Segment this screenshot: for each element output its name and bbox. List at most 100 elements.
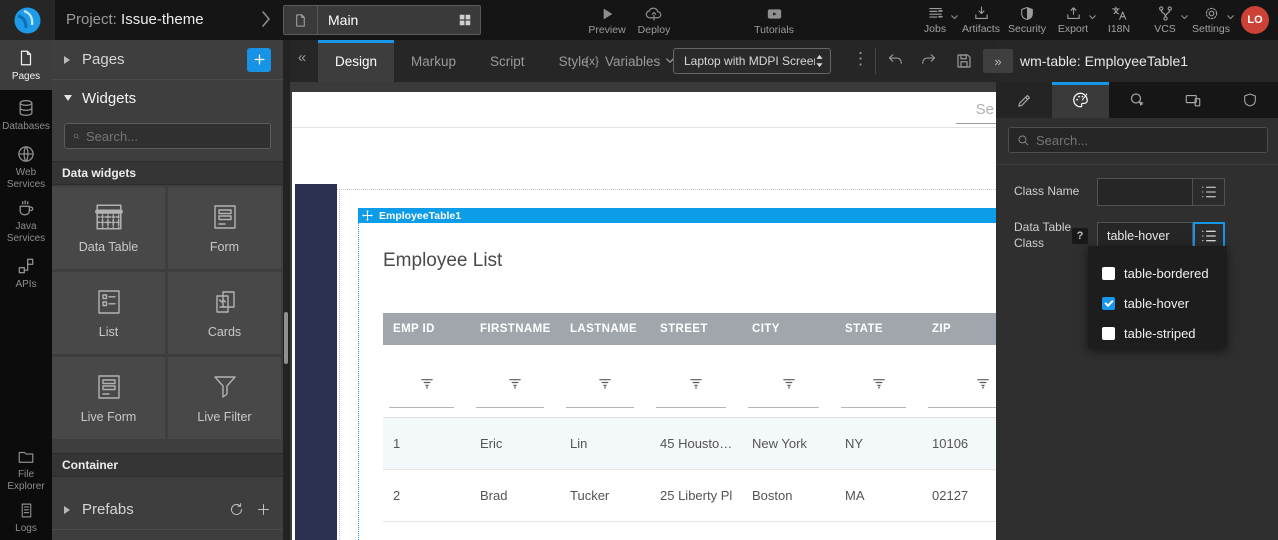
tab-styles[interactable] bbox=[1052, 82, 1108, 118]
vcs-button[interactable]: VCS bbox=[1142, 3, 1188, 35]
add-page-button[interactable] bbox=[247, 48, 271, 72]
scrollbar-thumb[interactable] bbox=[284, 312, 288, 364]
class-name-list-button[interactable] bbox=[1193, 178, 1225, 206]
column-filter[interactable] bbox=[383, 345, 470, 417]
tab-events[interactable] bbox=[1109, 82, 1165, 118]
option-table-hover[interactable]: table-hover bbox=[1088, 288, 1227, 318]
rail-item-pages[interactable]: Pages bbox=[0, 40, 52, 90]
table-header-cell[interactable]: ZIP bbox=[922, 313, 996, 345]
widget-tile-data-table[interactable]: Data Table bbox=[52, 187, 165, 269]
play-icon bbox=[582, 4, 632, 24]
tab-script[interactable]: Script bbox=[473, 40, 542, 82]
table-header-cell[interactable]: STATE bbox=[835, 313, 922, 345]
page-tab-main[interactable]: Main bbox=[283, 5, 481, 35]
checkbox-unchecked[interactable] bbox=[1102, 327, 1115, 340]
pages-section-header[interactable]: Pages bbox=[52, 40, 283, 80]
column-filter[interactable] bbox=[922, 345, 996, 417]
page-left-nav[interactable] bbox=[295, 184, 337, 540]
checkbox-checked[interactable] bbox=[1102, 297, 1115, 310]
download-icon bbox=[958, 3, 1004, 23]
folder-icon bbox=[16, 448, 36, 466]
page-topnav[interactable]: Se bbox=[292, 92, 996, 128]
preview-button[interactable]: Preview bbox=[582, 4, 632, 36]
add-prefab-icon[interactable] bbox=[256, 502, 271, 517]
table-header-cell[interactable]: STREET bbox=[650, 313, 742, 345]
class-name-label: Class Name bbox=[1014, 184, 1097, 200]
chevron-right-icon[interactable] bbox=[261, 10, 271, 28]
artifacts-button[interactable]: Artifacts bbox=[958, 3, 1004, 35]
widget-tile-live-form[interactable]: Live Form bbox=[52, 357, 165, 439]
rail-item-logs[interactable]: Logs bbox=[0, 496, 52, 540]
tab-design[interactable]: Design bbox=[318, 40, 394, 82]
grid-view-icon[interactable] bbox=[458, 13, 472, 27]
caret-right-icon bbox=[64, 506, 70, 514]
deploy-button[interactable]: Deploy bbox=[629, 4, 679, 36]
prefabs-section-header[interactable]: Prefabs bbox=[52, 490, 283, 530]
devices-icon bbox=[1183, 92, 1203, 109]
tab-security[interactable] bbox=[1222, 82, 1278, 118]
table-cell: 1 bbox=[383, 418, 470, 469]
caret-down-icon bbox=[64, 95, 72, 101]
device-select[interactable]: Laptop with MDPI Screen bbox=[673, 48, 831, 74]
branch-icon bbox=[1142, 3, 1188, 23]
collapse-panel-button[interactable]: « bbox=[292, 49, 312, 66]
jobs-button[interactable]: Jobs bbox=[912, 3, 958, 35]
variables-button[interactable]: {x} Variables bbox=[585, 40, 674, 82]
help-icon[interactable]: ? bbox=[1072, 228, 1088, 244]
option-table-striped[interactable]: table-striped bbox=[1088, 318, 1227, 348]
employee-data-table[interactable]: EMP ID FIRSTNAME LASTNAME STREET CITY ST… bbox=[383, 313, 996, 522]
widget-selection-bar[interactable]: EmployeeTable1 bbox=[358, 208, 996, 223]
kebab-menu-icon[interactable]: ⋮ bbox=[846, 46, 875, 71]
security-button[interactable]: Security bbox=[1004, 3, 1050, 35]
list-widget-icon bbox=[95, 287, 123, 317]
table-header-cell[interactable]: FIRSTNAME bbox=[470, 313, 560, 345]
rail-item-java-services[interactable]: Java Services bbox=[0, 194, 52, 248]
panel-scrollbar[interactable] bbox=[283, 40, 290, 540]
tab-markup[interactable]: Markup bbox=[394, 40, 473, 82]
refresh-icon[interactable] bbox=[229, 502, 244, 517]
column-filter[interactable] bbox=[742, 345, 835, 417]
widget-tile-list[interactable]: List bbox=[52, 272, 165, 354]
settings-button[interactable]: Settings bbox=[1188, 3, 1234, 35]
undo-button[interactable] bbox=[886, 52, 905, 69]
translate-icon bbox=[1096, 3, 1142, 23]
i18n-button[interactable]: I18N bbox=[1096, 3, 1142, 35]
design-canvas-page[interactable]: Se EmployeeTable1 Employee List EMP ID F… bbox=[292, 92, 996, 540]
rail-item-databases[interactable]: Databases bbox=[0, 90, 52, 140]
table-header-cell[interactable]: CITY bbox=[742, 313, 835, 345]
rail-item-file-explorer[interactable]: File Explorer bbox=[0, 444, 52, 496]
table-row[interactable]: 1 Eric Lin 45 Housto… New York NY 10106 bbox=[383, 418, 996, 470]
tutorials-button[interactable]: Tutorials bbox=[749, 4, 799, 36]
expand-panel-button[interactable]: » bbox=[983, 49, 1013, 73]
widget-tile-form[interactable]: Form bbox=[168, 187, 281, 269]
save-button[interactable] bbox=[955, 52, 973, 70]
export-button[interactable]: Export bbox=[1050, 3, 1096, 35]
app-logo[interactable] bbox=[0, 0, 55, 40]
tab-devices[interactable] bbox=[1165, 82, 1221, 118]
user-avatar[interactable]: LO bbox=[1241, 6, 1269, 34]
page-structure-header[interactable]: Page Structure bbox=[52, 530, 283, 540]
column-filter[interactable] bbox=[470, 345, 560, 417]
option-table-bordered[interactable]: table-bordered bbox=[1088, 258, 1227, 288]
table-header-cell[interactable]: LASTNAME bbox=[560, 313, 650, 345]
class-name-input[interactable] bbox=[1097, 178, 1193, 206]
rail-item-web-services[interactable]: Web Services bbox=[0, 140, 52, 194]
jobs-icon bbox=[912, 3, 958, 23]
column-filter[interactable] bbox=[560, 345, 650, 417]
column-filter[interactable] bbox=[835, 345, 922, 417]
tab-properties[interactable] bbox=[996, 82, 1052, 118]
widget-tile-cards[interactable]: Cards bbox=[168, 272, 281, 354]
widget-search-input[interactable] bbox=[86, 129, 262, 144]
data-widgets-header: Data widgets bbox=[52, 161, 283, 185]
property-search-input[interactable] bbox=[1036, 133, 1259, 148]
table-header-cell[interactable]: EMP ID bbox=[383, 313, 470, 345]
live-form-icon bbox=[95, 372, 123, 402]
widgets-section-header[interactable]: Widgets bbox=[52, 80, 283, 116]
redo-button[interactable] bbox=[919, 52, 938, 69]
widget-tile-live-filter[interactable]: Live Filter bbox=[168, 357, 281, 439]
column-filter[interactable] bbox=[650, 345, 742, 417]
checkbox-unchecked[interactable] bbox=[1102, 267, 1115, 280]
move-icon bbox=[362, 210, 373, 221]
table-row[interactable]: 2 Brad Tucker 25 Liberty Pl Boston MA 02… bbox=[383, 470, 996, 522]
rail-item-apis[interactable]: APIs bbox=[0, 248, 52, 298]
